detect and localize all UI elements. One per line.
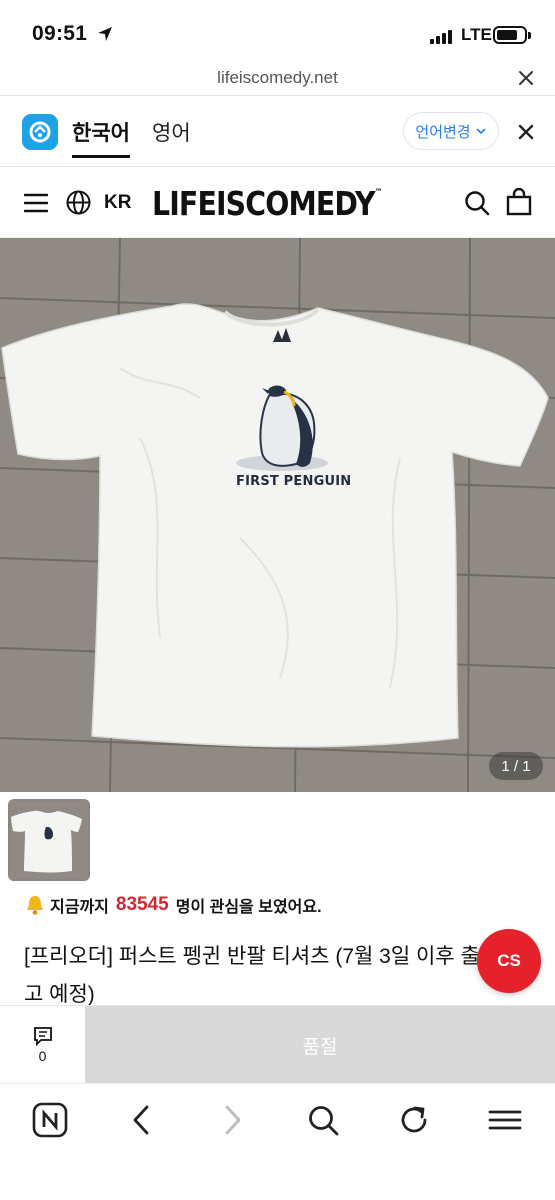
region-label[interactable]: KR bbox=[104, 192, 131, 214]
chevron-down-icon bbox=[476, 128, 486, 135]
review-count-button[interactable]: 0 bbox=[0, 1006, 85, 1084]
product-image[interactable]: FIRST PENGUIN bbox=[0, 238, 555, 792]
review-count: 0 bbox=[38, 1048, 47, 1064]
interest-count: 83545 bbox=[115, 894, 169, 915]
interest-suffix: 명이 관심을 보였어요. bbox=[175, 899, 322, 916]
bell-icon bbox=[27, 896, 43, 915]
url-bar[interactable]: lifeiscomedy.net bbox=[0, 60, 555, 96]
refresh-icon[interactable] bbox=[396, 1102, 432, 1138]
soldout-button[interactable]: 품절 bbox=[85, 1006, 555, 1084]
status-time: 09:51 bbox=[32, 22, 88, 45]
tshirt-photo bbox=[0, 238, 555, 792]
url-text[interactable]: lifeiscomedy.net bbox=[0, 68, 555, 88]
thumbnail-image bbox=[10, 801, 88, 879]
globe-icon[interactable] bbox=[66, 190, 91, 215]
shirt-print-text: FIRST PENGUIN bbox=[236, 474, 352, 489]
action-bar: 0 품절 bbox=[0, 1005, 555, 1084]
menu-icon[interactable] bbox=[487, 1102, 523, 1138]
image-pager: 1 / 1 bbox=[489, 752, 543, 780]
trademark-mark: ™ bbox=[374, 188, 383, 198]
site-header: KR LIFEISCOMEDY™ bbox=[0, 168, 555, 238]
naver-home-icon[interactable] bbox=[32, 1102, 68, 1138]
network-label: LTE bbox=[461, 25, 492, 44]
tab-english[interactable]: 영어 bbox=[152, 117, 191, 147]
battery-icon bbox=[493, 26, 531, 44]
comment-icon bbox=[33, 1027, 52, 1046]
search-icon[interactable] bbox=[464, 190, 490, 216]
search-icon[interactable] bbox=[305, 1102, 341, 1138]
back-icon[interactable] bbox=[124, 1102, 160, 1138]
shopping-bag-icon[interactable] bbox=[506, 188, 532, 216]
browser-nav bbox=[0, 1083, 555, 1200]
cs-button[interactable]: CS bbox=[477, 929, 541, 993]
close-icon[interactable] bbox=[516, 122, 536, 142]
interest-prefix: 지금까지 bbox=[50, 899, 109, 916]
brand-logo[interactable]: LIFEISCOMEDY™ bbox=[152, 184, 382, 223]
forward-icon[interactable] bbox=[214, 1102, 250, 1138]
language-change-label: 언어변경 bbox=[415, 123, 471, 141]
signal-icon bbox=[430, 28, 452, 44]
interest-notice: 지금까지 83545 명이 관심을 보였어요. bbox=[24, 893, 322, 917]
tab-korean[interactable]: 한국어 bbox=[72, 117, 130, 158]
translate-bar: 한국어 영어 언어변경 bbox=[0, 97, 555, 167]
close-icon[interactable] bbox=[516, 68, 536, 88]
papago-logo-icon bbox=[22, 114, 58, 150]
brand-name: LIFEISCOMEDY bbox=[152, 184, 376, 223]
product-thumbnail[interactable] bbox=[8, 799, 90, 881]
product-title: [프리오더] 퍼스트 펭귄 반팔 티셔츠 (7월 3일 이후 출고 예정) bbox=[24, 945, 480, 1006]
language-change-button[interactable]: 언어변경 bbox=[403, 112, 499, 150]
location-arrow-icon bbox=[98, 27, 112, 41]
status-bar: 09:51 LTE bbox=[0, 0, 555, 66]
menu-icon[interactable] bbox=[24, 193, 48, 213]
